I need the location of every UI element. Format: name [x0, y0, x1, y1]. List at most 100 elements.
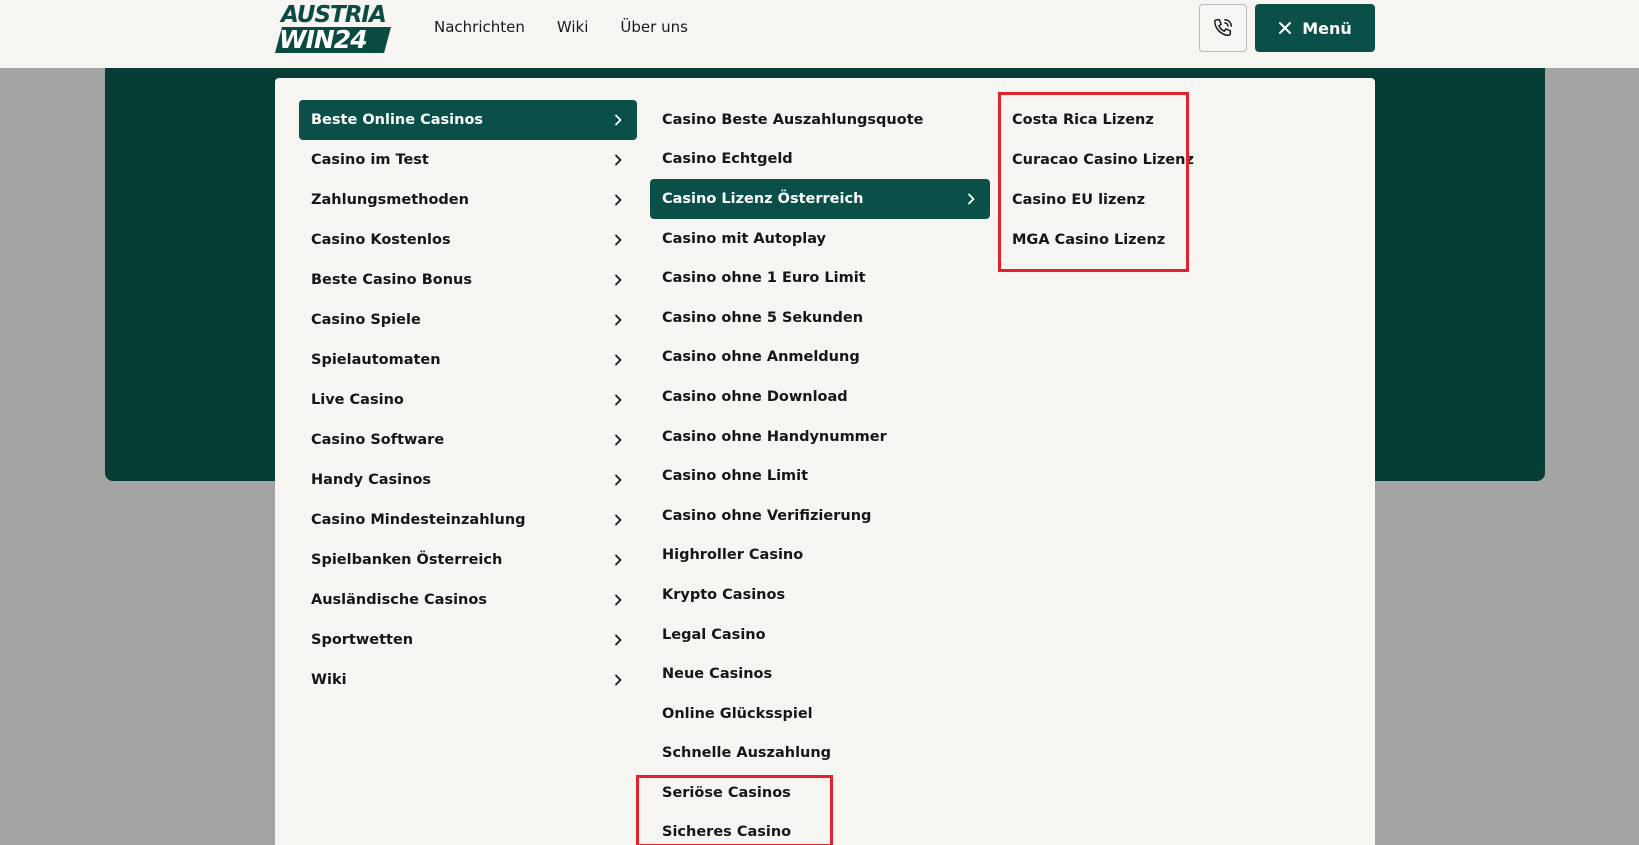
menu-item-label: Casino Beste Auszahlungsquote — [662, 111, 924, 128]
menu-item-handy-casinos[interactable]: Handy Casinos — [299, 460, 637, 500]
menu-item-casino-echtgeld[interactable]: Casino Echtgeld — [650, 140, 990, 180]
chevron-right-icon — [615, 194, 622, 206]
menu-item-label: Legal Casino — [662, 626, 766, 643]
menu-item-label: Casino Lizenz Österreich — [662, 190, 864, 207]
menu-item-casino-beste-auszahlungsquote[interactable]: Casino Beste Auszahlungsquote — [650, 100, 990, 140]
menu-item-casino-eu-lizenz[interactable]: Casino EU lizenz — [1000, 180, 1190, 220]
chevron-right-icon — [615, 434, 622, 446]
menu-item-spielautomaten[interactable]: Spielautomaten — [299, 340, 637, 380]
menu-item-auslaendische-casinos[interactable]: Ausländische Casinos — [299, 580, 637, 620]
menu-item-highroller-casino[interactable]: Highroller Casino — [650, 536, 990, 576]
menu-item-casino-mindesteinzahlung[interactable]: Casino Mindesteinzahlung — [299, 500, 637, 540]
menu-item-live-casino[interactable]: Live Casino — [299, 380, 637, 420]
menu-toggle-button[interactable]: Menü — [1255, 4, 1375, 52]
menu-item-legal-casino[interactable]: Legal Casino — [650, 615, 990, 655]
menu-item-beste-online-casinos[interactable]: Beste Online Casinos — [299, 100, 637, 140]
menu-item-serioese-casinos[interactable]: Seriöse Casinos — [650, 773, 990, 813]
close-icon — [1279, 22, 1292, 34]
menu-item-online-gluecksspiel[interactable]: Online Glücksspiel — [650, 694, 990, 734]
nav-link-nachrichten[interactable]: Nachrichten — [434, 17, 525, 37]
chevron-right-icon — [615, 394, 622, 406]
chevron-right-icon — [615, 114, 622, 126]
menu-item-label: Beste Casino Bonus — [311, 272, 472, 288]
menu-item-costa-rica-lizenz[interactable]: Costa Rica Lizenz — [1000, 100, 1190, 140]
menu-item-label: Casino ohne Verifizierung — [662, 507, 872, 524]
menu-item-mga-casino-lizenz[interactable]: MGA Casino Lizenz — [1000, 220, 1190, 260]
logo-text-bottom: WIN24 — [275, 27, 391, 53]
menu-item-label: Casino ohne 5 Sekunden — [662, 309, 864, 326]
menu-item-spielbanken-oesterreich[interactable]: Spielbanken Österreich — [299, 540, 637, 580]
menu-item-label: Wiki — [311, 672, 347, 688]
menu-item-label: Krypto Casinos — [662, 586, 786, 603]
menu-item-neue-casinos[interactable]: Neue Casinos — [650, 654, 990, 694]
menu-item-casino-ohne-1-euro-limit[interactable]: Casino ohne 1 Euro Limit — [650, 258, 990, 298]
menu-item-casino-mit-autoplay[interactable]: Casino mit Autoplay — [650, 219, 990, 259]
menu-item-casino-ohne-verifizierung[interactable]: Casino ohne Verifizierung — [650, 496, 990, 536]
menu-item-label: Spielbanken Österreich — [311, 552, 503, 568]
menu-button-label: Menü — [1302, 18, 1352, 38]
nav-link-ueber-uns[interactable]: Über uns — [620, 17, 688, 37]
chevron-right-icon — [615, 274, 622, 286]
nav-link-wiki[interactable]: Wiki — [557, 17, 589, 37]
menu-column-categories: Beste Online Casinos Casino im Test Zahlun… — [299, 100, 637, 700]
menu-item-casino-lizenz-oesterreich[interactable]: Casino Lizenz Österreich — [650, 179, 990, 219]
menu-item-label: Handy Casinos — [311, 472, 432, 488]
menu-item-label: Casino Software — [311, 432, 445, 448]
menu-item-sportwetten[interactable]: Sportwetten — [299, 620, 637, 660]
chevron-right-icon — [968, 193, 975, 205]
menu-item-label: Spielautomaten — [311, 352, 441, 368]
menu-column-licenses: Costa Rica Lizenz Curacao Casino Lizenz Ca… — [1000, 100, 1194, 260]
mega-menu-panel: Beste Online Casinos Casino im Test Zahlun… — [275, 78, 1375, 845]
menu-item-label: Casino Spiele — [311, 312, 421, 328]
menu-item-label: Casino ohne Anmeldung — [662, 349, 860, 366]
menu-item-wiki[interactable]: Wiki — [299, 660, 637, 700]
chevron-right-icon — [615, 594, 622, 606]
menu-item-krypto-casinos[interactable]: Krypto Casinos — [650, 575, 990, 615]
chevron-right-icon — [615, 354, 622, 366]
menu-column-subcategories: Casino Beste Auszahlungsquote Casino Echt… — [650, 100, 990, 845]
phone-button[interactable] — [1199, 4, 1247, 52]
menu-item-beste-casino-bonus[interactable]: Beste Casino Bonus — [299, 260, 637, 300]
top-nav: Nachrichten Wiki Über uns — [434, 17, 688, 37]
menu-item-label: Beste Online Casinos — [311, 112, 484, 128]
menu-item-curacao-casino-lizenz[interactable]: Curacao Casino Lizenz — [1000, 140, 1194, 180]
menu-item-casino-im-test[interactable]: Casino im Test — [299, 140, 637, 180]
menu-item-label: Casino im Test — [311, 152, 429, 168]
menu-item-label: Sicheres Casino — [662, 824, 792, 841]
menu-item-label: Casino Kostenlos — [311, 232, 451, 248]
menu-item-casino-ohne-anmeldung[interactable]: Casino ohne Anmeldung — [650, 338, 990, 378]
menu-item-label: Zahlungsmethoden — [311, 192, 469, 208]
menu-item-label: Casino EU lizenz — [1012, 192, 1146, 208]
menu-item-label: Casino ohne Limit — [662, 468, 809, 485]
menu-item-casino-ohne-limit[interactable]: Casino ohne Limit — [650, 456, 990, 496]
site-logo[interactable]: AUSTRIA WIN24 — [275, 2, 391, 53]
menu-item-casino-ohne-download[interactable]: Casino ohne Download — [650, 377, 990, 417]
menu-item-casino-spiele[interactable]: Casino Spiele — [299, 300, 637, 340]
menu-item-label: Casino ohne Download — [662, 388, 848, 405]
phone-icon — [1214, 19, 1232, 37]
menu-item-zahlungsmethoden[interactable]: Zahlungsmethoden — [299, 180, 637, 220]
menu-item-sicheres-casino[interactable]: Sicheres Casino — [650, 813, 990, 845]
menu-item-label: Highroller Casino — [662, 547, 804, 564]
menu-item-label: MGA Casino Lizenz — [1012, 232, 1166, 248]
menu-item-label: Casino mit Autoplay — [662, 230, 826, 247]
chevron-right-icon — [615, 554, 622, 566]
menu-item-casino-software[interactable]: Casino Software — [299, 420, 637, 460]
menu-item-label: Casino ohne Handynummer — [662, 428, 887, 445]
site-header: AUSTRIA WIN24 Nachrichten Wiki Über uns … — [0, 0, 1639, 68]
menu-item-label: Schnelle Auszahlung — [662, 745, 832, 762]
menu-item-label: Casino Echtgeld — [662, 151, 793, 168]
menu-item-label: Curacao Casino Lizenz — [1012, 152, 1194, 168]
chevron-right-icon — [615, 474, 622, 486]
menu-item-casino-ohne-handynummer[interactable]: Casino ohne Handynummer — [650, 417, 990, 457]
menu-item-casino-ohne-5-sekunden[interactable]: Casino ohne 5 Sekunden — [650, 298, 990, 338]
chevron-right-icon — [615, 674, 622, 686]
chevron-right-icon — [615, 234, 622, 246]
menu-item-label: Online Glücksspiel — [662, 705, 813, 722]
menu-item-label: Live Casino — [311, 392, 404, 408]
menu-item-casino-kostenlos[interactable]: Casino Kostenlos — [299, 220, 637, 260]
chevron-right-icon — [615, 514, 622, 526]
menu-item-schnelle-auszahlung[interactable]: Schnelle Auszahlung — [650, 734, 990, 774]
chevron-right-icon — [615, 154, 622, 166]
menu-item-label: Seriöse Casinos — [662, 784, 791, 801]
